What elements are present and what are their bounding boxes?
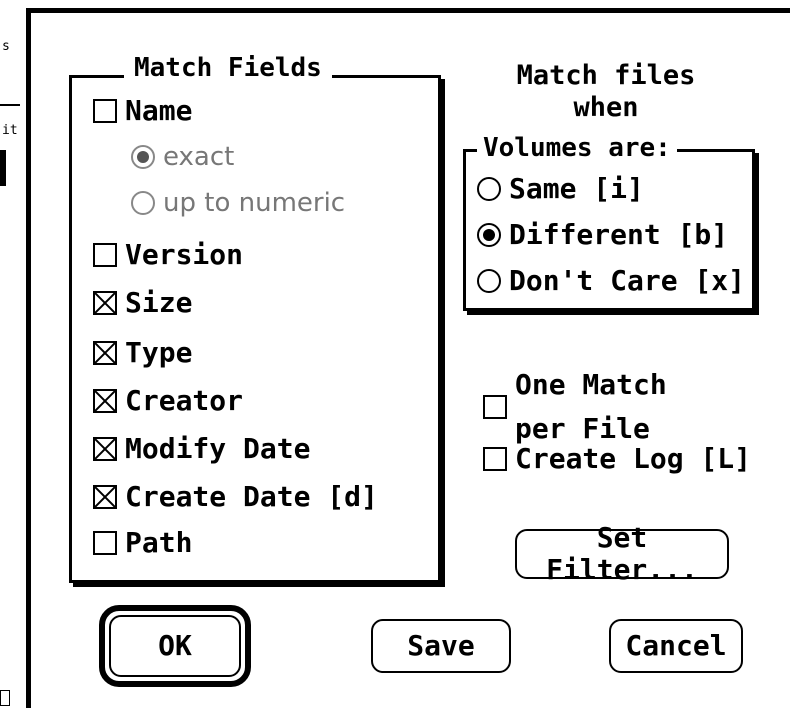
radio-dont-care[interactable]: Don't Care [x] bbox=[477, 265, 745, 297]
radio-button[interactable] bbox=[131, 191, 155, 215]
checkbox-box[interactable] bbox=[93, 99, 117, 123]
radio-button[interactable] bbox=[477, 269, 501, 293]
checkbox-one-match[interactable]: One Match per File bbox=[483, 363, 667, 451]
radio-button[interactable] bbox=[131, 145, 155, 169]
background-window: s it bbox=[0, 0, 26, 708]
save-button[interactable]: Save bbox=[371, 619, 511, 673]
radio-different[interactable]: Different [b] bbox=[477, 219, 728, 251]
checkbox-name[interactable]: Name bbox=[93, 95, 192, 127]
checkbox-label: Version bbox=[125, 238, 244, 271]
radio-button[interactable] bbox=[477, 177, 501, 201]
radio-label: Don't Care [x] bbox=[509, 264, 746, 297]
checkbox-create-log[interactable]: Create Log [L] bbox=[483, 443, 751, 475]
ok-button[interactable]: OK bbox=[109, 615, 241, 677]
cancel-button[interactable]: Cancel bbox=[609, 619, 743, 673]
checkbox-path[interactable]: Path bbox=[93, 527, 192, 559]
checkbox-label: Path bbox=[125, 526, 193, 559]
checkbox-create-date[interactable]: Create Date [d] bbox=[93, 481, 378, 513]
checkbox-creator[interactable]: Creator bbox=[93, 385, 243, 417]
checkbox-label: Name bbox=[125, 94, 193, 127]
checkbox-box[interactable] bbox=[93, 389, 117, 413]
checkbox-label: Creator bbox=[125, 384, 244, 417]
checkbox-box[interactable] bbox=[93, 243, 117, 267]
checkbox-box[interactable] bbox=[93, 531, 117, 555]
radio-exact[interactable]: exact bbox=[131, 141, 234, 173]
checkbox-type[interactable]: Type bbox=[93, 337, 192, 369]
checkbox-box[interactable] bbox=[93, 341, 117, 365]
checkbox-box[interactable] bbox=[483, 395, 507, 419]
background-selection-bar bbox=[0, 150, 6, 186]
checkbox-size[interactable]: Size bbox=[93, 287, 192, 319]
checkbox-label: Create Date [d] bbox=[125, 480, 378, 513]
set-filter-button[interactable]: Set Filter... bbox=[515, 522, 729, 586]
checkbox-box[interactable] bbox=[93, 291, 117, 315]
match-options-dialog: Match Fields Name exact up to numeric Ve… bbox=[26, 8, 790, 708]
checkbox-box[interactable] bbox=[93, 437, 117, 461]
match-when-heading-line1: Match files bbox=[516, 60, 696, 91]
radio-label: Same [i] bbox=[509, 172, 644, 205]
one-match-label: One Match per File bbox=[515, 363, 667, 451]
checkbox-box[interactable] bbox=[483, 447, 507, 471]
checkbox-label: Modify Date bbox=[125, 432, 311, 465]
checkbox-label: Create Log [L] bbox=[515, 442, 752, 475]
checkbox-label: Type bbox=[125, 336, 193, 369]
background-resize-box bbox=[0, 690, 10, 706]
match-fields-title: Match Fields bbox=[124, 53, 332, 83]
radio-button[interactable] bbox=[477, 223, 501, 247]
checkbox-box[interactable] bbox=[93, 485, 117, 509]
radio-label: exact bbox=[163, 142, 235, 172]
match-when-heading-line2: when bbox=[573, 92, 639, 123]
checkbox-label: Size bbox=[125, 286, 193, 319]
radio-up-to-numeric[interactable]: up to numeric bbox=[131, 187, 345, 219]
radio-label: up to numeric bbox=[163, 188, 346, 218]
one-match-label-line1: One Match bbox=[515, 368, 667, 401]
radio-same[interactable]: Same [i] bbox=[477, 173, 644, 205]
checkbox-version[interactable]: Version bbox=[93, 239, 243, 271]
checkbox-modify-date[interactable]: Modify Date bbox=[93, 433, 310, 465]
background-divider bbox=[0, 104, 20, 106]
volumes-group-title: Volumes are: bbox=[477, 133, 677, 163]
background-text-fragment: s bbox=[2, 39, 10, 54]
background-text-fragment: it bbox=[2, 123, 18, 138]
radio-label: Different [b] bbox=[509, 218, 729, 251]
